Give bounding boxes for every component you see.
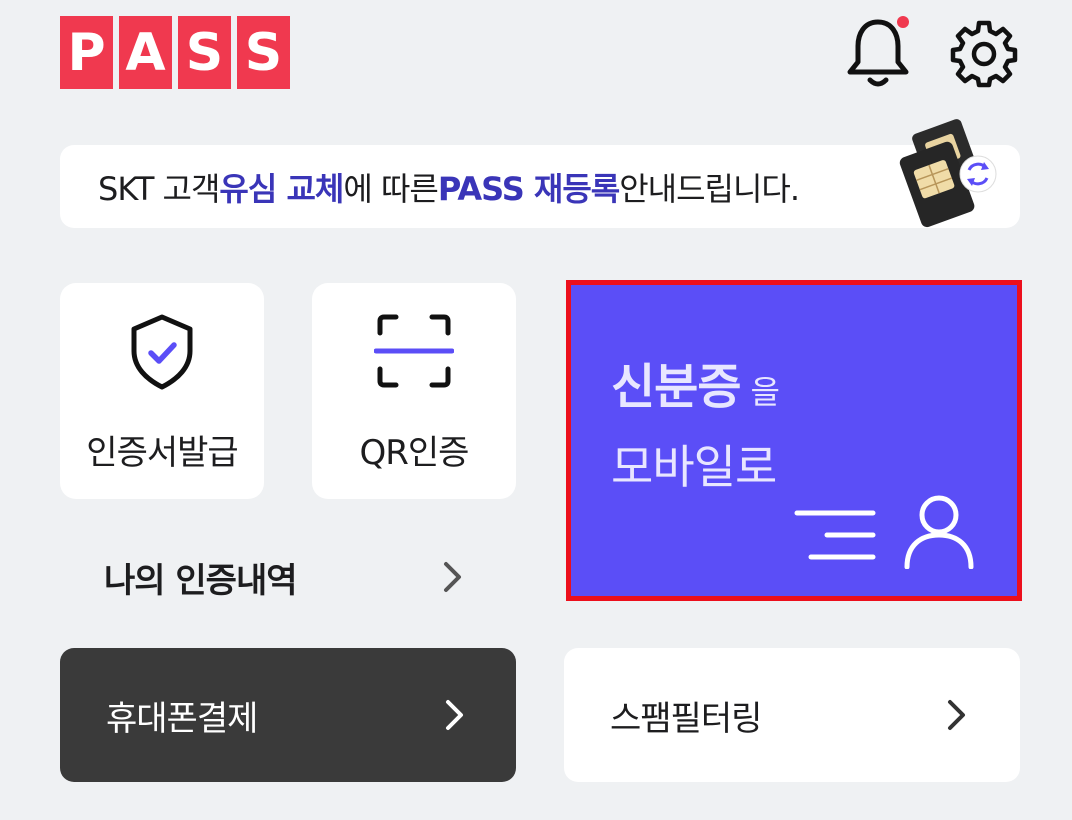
notice-highlight: 유심 교체 bbox=[219, 169, 344, 208]
shield-check-icon bbox=[131, 314, 193, 390]
spam-filtering-button[interactable]: 스팸필터링 bbox=[564, 648, 1020, 782]
logo-letter: S bbox=[237, 16, 290, 89]
pass-reregister-notice[interactable]: SKT 고객 유심 교체 에 따른 PASS 재등록 안내드립니다. bbox=[60, 145, 1020, 228]
spam-label: 스팸필터링 bbox=[610, 698, 762, 739]
id-title-bold: 신분증 bbox=[611, 359, 741, 415]
speed-lines-icon bbox=[794, 510, 876, 560]
my-auth-history-link[interactable]: 나의 인증내역 bbox=[104, 552, 464, 602]
qr-auth-tile[interactable]: QR인증 bbox=[312, 283, 516, 499]
qr-scan-icon bbox=[374, 314, 454, 388]
pass-logo: P A S S bbox=[60, 16, 290, 89]
id-title: 신분증 을 bbox=[611, 347, 780, 417]
notice-highlight: PASS 재등록 bbox=[437, 169, 620, 208]
id-subtitle: 모바일로 bbox=[611, 440, 777, 494]
tile-label: 인증서발급 bbox=[86, 433, 238, 473]
person-icon bbox=[904, 495, 974, 569]
notice-text: 에 따른 bbox=[343, 169, 438, 208]
id-title-particle: 을 bbox=[750, 373, 780, 411]
logo-letter: S bbox=[178, 16, 231, 89]
chevron-right-icon bbox=[948, 700, 965, 730]
chevron-right-icon bbox=[444, 562, 461, 592]
logo-letter: P bbox=[60, 16, 113, 89]
history-label: 나의 인증내역 bbox=[104, 560, 298, 601]
notice-text: SKT 고객 bbox=[98, 169, 220, 208]
tile-label: QR인증 bbox=[359, 433, 470, 473]
chevron-right-icon bbox=[446, 700, 463, 730]
notification-dot bbox=[897, 16, 909, 28]
sim-card-icon bbox=[899, 119, 997, 228]
phone-payment-button[interactable]: 휴대폰결제 bbox=[60, 648, 516, 782]
logo-letter: A bbox=[119, 16, 172, 89]
notice-text: 안내드립니다. bbox=[619, 169, 800, 208]
gear-icon[interactable] bbox=[948, 18, 1020, 90]
certificate-issue-tile[interactable]: 인증서발급 bbox=[60, 283, 264, 499]
pass-home-screen: P A S S SKT 고객 유심 교체 에 따른 PASS 재등록 안내드립니… bbox=[0, 0, 1072, 820]
mobile-id-card-banner[interactable]: 신분증 을 모바일로 bbox=[566, 280, 1022, 601]
payment-label: 휴대폰결제 bbox=[106, 698, 258, 739]
